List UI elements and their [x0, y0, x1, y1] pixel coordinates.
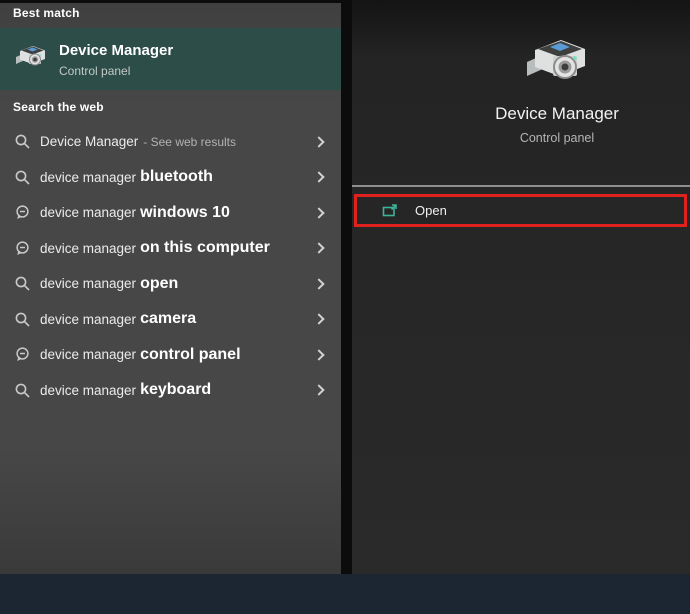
- best-match-section-label: Best match: [13, 6, 80, 20]
- best-match-subtitle: Control panel: [59, 64, 173, 78]
- chevron-right-icon[interactable]: [313, 278, 324, 289]
- suggestion-row-camera[interactable]: device managercamera: [0, 302, 341, 338]
- open-action-button[interactable]: Open: [354, 194, 687, 227]
- start-search-flyout: Best match Device Manager Control panel: [0, 0, 690, 614]
- history-suggestion-icon: [14, 240, 31, 257]
- history-suggestion-icon: [14, 204, 31, 221]
- open-action-label: Open: [415, 203, 447, 218]
- result-preview-panel: Device Manager Control panel Open: [352, 0, 690, 574]
- chevron-right-icon[interactable]: [313, 349, 324, 360]
- device-manager-icon: [15, 43, 47, 76]
- device-manager-icon: [525, 34, 589, 90]
- preview-divider: [352, 185, 690, 187]
- open-launch-icon: [382, 203, 398, 219]
- best-match-result-device-manager[interactable]: Device Manager Control panel: [0, 28, 341, 90]
- suggestion-row-windows-10[interactable]: device managerwindows 10: [0, 195, 341, 231]
- chevron-right-icon[interactable]: [313, 172, 324, 183]
- suggestion-row-bluetooth[interactable]: device managerbluetooth: [0, 160, 341, 196]
- preview-hero: Device Manager Control panel: [422, 34, 690, 145]
- search-the-web-section-label: Search the web: [13, 100, 104, 114]
- preview-title: Device Manager: [422, 104, 690, 124]
- suggestion-row-see-web-results[interactable]: Device Manager- See web results: [0, 124, 341, 160]
- search-icon: [14, 169, 31, 186]
- best-match-text: Device Manager Control panel: [59, 41, 173, 78]
- suggestion-row-control-panel[interactable]: device managercontrol panel: [0, 337, 341, 373]
- suggestion-row-open[interactable]: device manageropen: [0, 266, 341, 302]
- search-icon: [14, 275, 31, 292]
- suggestion-row-keyboard[interactable]: device managerkeyboard: [0, 373, 341, 409]
- chevron-right-icon[interactable]: [313, 207, 324, 218]
- search-icon: [14, 311, 31, 328]
- web-suggestion-list: Device Manager- See web results device m…: [0, 124, 341, 408]
- search-icon: [14, 133, 31, 150]
- history-suggestion-icon: [14, 346, 31, 363]
- preview-subtitle: Control panel: [422, 131, 690, 145]
- suggestion-row-on-this-computer[interactable]: device manageron this computer: [0, 231, 341, 267]
- chevron-right-icon[interactable]: [313, 314, 324, 325]
- chevron-right-icon[interactable]: [313, 385, 324, 396]
- chevron-right-icon[interactable]: [313, 136, 324, 147]
- best-match-title: Device Manager: [59, 41, 173, 61]
- search-results-panel: Best match Device Manager Control panel: [0, 3, 341, 574]
- taskbar: Z X Ps P S Device Manager: [0, 574, 690, 614]
- chevron-right-icon[interactable]: [313, 243, 324, 254]
- search-icon: [14, 382, 31, 399]
